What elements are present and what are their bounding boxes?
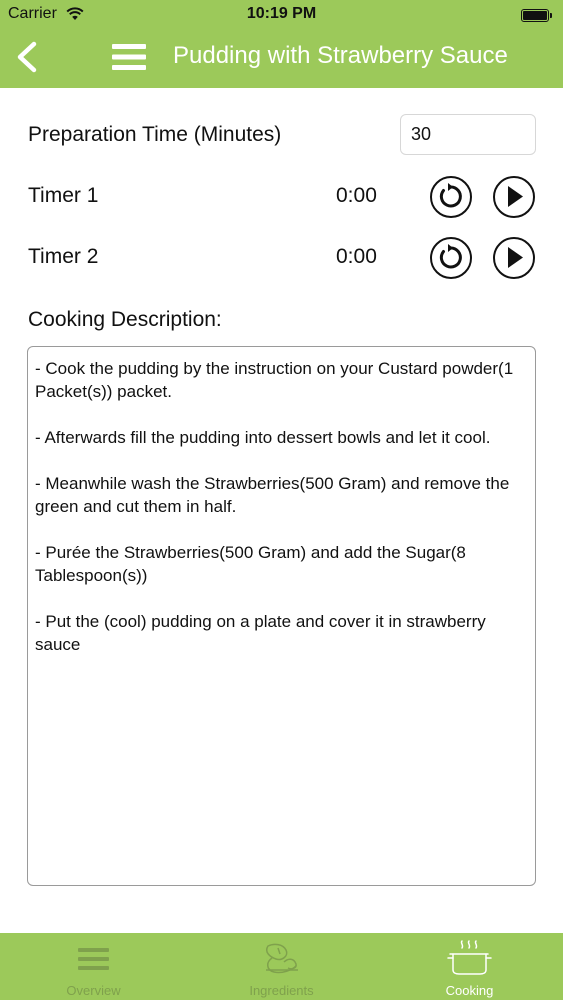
timer-1-label: Timer 1 — [28, 184, 99, 207]
timer-1-play-button[interactable] — [493, 176, 535, 218]
page-title: Pudding with Strawberry Sauce — [173, 42, 508, 69]
battery-icon — [521, 9, 552, 22]
timer-2-label: Timer 2 — [28, 245, 99, 268]
timer-1-reset-button[interactable] — [430, 176, 472, 218]
description-step: - Cook the pudding by the instruction on… — [35, 359, 514, 401]
description-step: - Meanwhile wash the Strawberries(500 Gr… — [35, 474, 510, 516]
hamburger-menu-icon[interactable] — [112, 44, 146, 70]
reset-icon — [439, 183, 462, 208]
description-step: - Put the (cool) pudding on a plate and … — [35, 612, 486, 654]
tab-cooking-label: Cooking — [445, 983, 494, 998]
cooking-description-textarea[interactable]: - Cook the pudding by the instruction on… — [27, 346, 536, 886]
tab-ingredients-label: Ingredients — [249, 983, 314, 998]
status-bar: Carrier 10:19 PM — [0, 0, 563, 30]
timer-1-value: 0:00 — [336, 184, 377, 207]
timer-2-value: 0:00 — [336, 245, 377, 268]
prep-time-input[interactable]: 30 — [400, 114, 536, 155]
play-icon — [508, 247, 523, 268]
ingredients-icon — [265, 943, 298, 974]
timer-2-play-button[interactable] — [493, 237, 535, 279]
screen: Carrier 10:19 PM Pudding with Strawberry… — [0, 0, 563, 1000]
description-step: - Purée the Strawberries(500 Gram) and a… — [35, 543, 466, 585]
tab-cooking[interactable]: Cooking — [376, 933, 563, 1000]
description-step: - Afterwards fill the pudding into desse… — [35, 428, 491, 447]
status-time: 10:19 PM — [246, 5, 317, 22]
tab-overview[interactable]: Overview — [0, 933, 187, 1000]
chevron-left-icon[interactable] — [12, 40, 42, 74]
tab-ingredients[interactable]: Ingredients — [188, 933, 375, 1000]
top-bar: Carrier 10:19 PM Pudding with Strawberry… — [0, 0, 563, 88]
cooking-pot-icon — [447, 940, 492, 975]
prep-time-label: Preparation Time (Minutes) — [28, 123, 282, 146]
tab-overview-label: Overview — [66, 983, 121, 998]
play-icon — [508, 186, 523, 207]
tab-bar: Overview Ingredients Cooking — [0, 933, 563, 1000]
reset-icon — [439, 244, 462, 269]
timer-2-reset-button[interactable] — [430, 237, 472, 279]
list-icon — [78, 948, 109, 970]
cooking-description-label: Cooking Description: — [28, 308, 222, 331]
